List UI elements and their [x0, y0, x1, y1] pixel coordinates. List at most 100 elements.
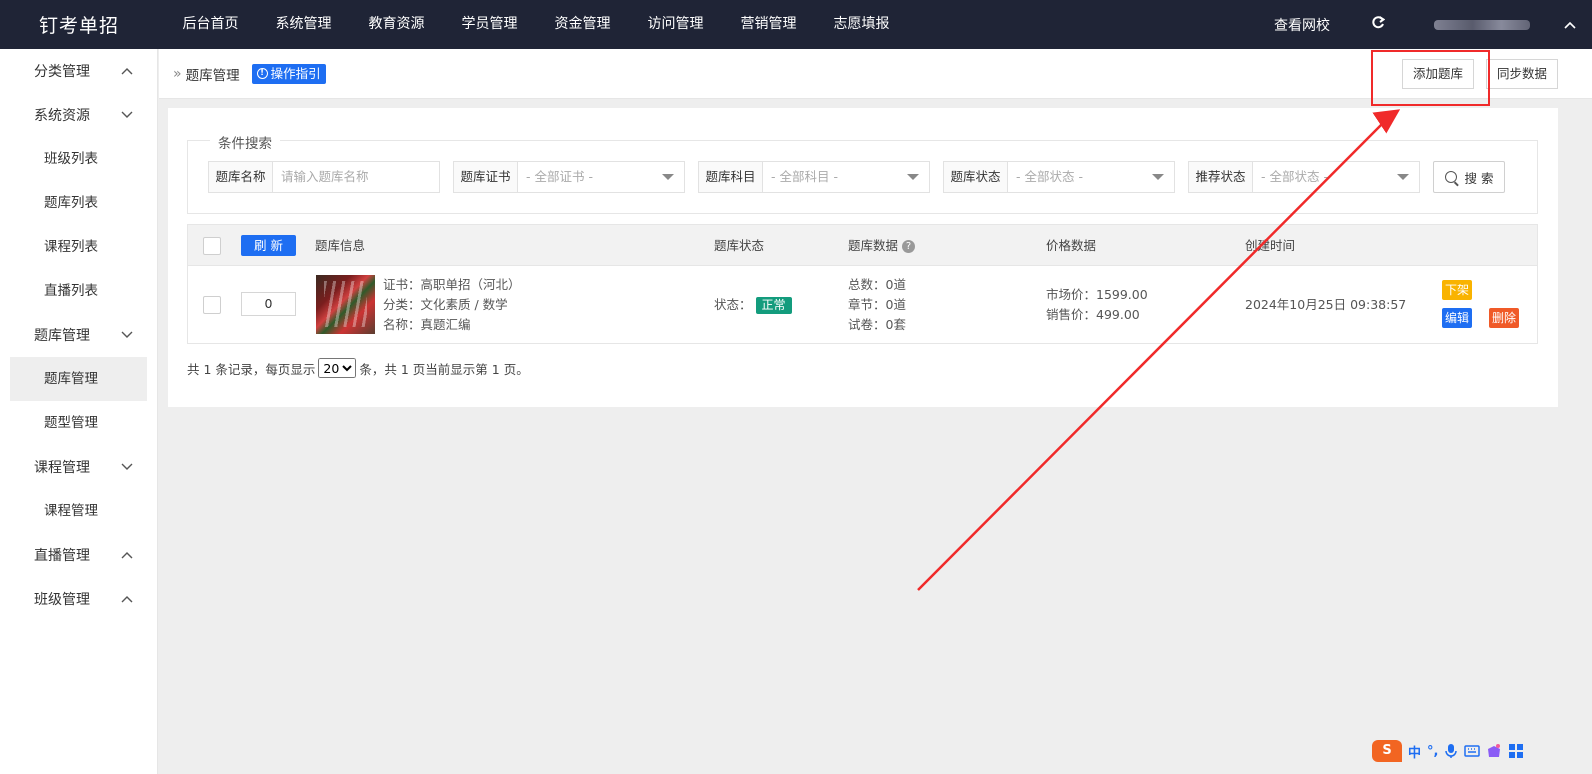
sidebar-group-label: 题库管理 [34, 328, 90, 344]
sale-price: 销售价：499.00 [1046, 307, 1140, 322]
sidebar-item-bank-list[interactable]: 题库列表 [10, 181, 147, 225]
select-value: - 全部证书 - [526, 169, 593, 184]
double-chevron-right-icon: » [173, 65, 182, 82]
bank-info: 证书：高职单招（河北） 分类：文化素质 / 数学 名称：真题汇编 [383, 275, 521, 335]
brand-logo[interactable]: 钉考单招 [0, 0, 158, 49]
top-nav: 后台首页 系统管理 教育资源 学员管理 资金管理 访问管理 营销管理 志愿填报 [158, 0, 908, 49]
bank-table: 刷 新 题库信息 题库状态 题库数据? 价格数据 创建时间 0 证书：高职单招（… [187, 224, 1538, 344]
nav-item-education[interactable]: 教育资源 [350, 0, 443, 49]
status-prefix: 状态： [714, 297, 752, 312]
status-filter: 题库状态 - 全部状态 - [943, 161, 1175, 193]
page-title: 题库管理 [185, 67, 240, 84]
row-checkbox[interactable] [203, 296, 221, 314]
sidebar-group-course-management[interactable]: 课程管理 [0, 445, 157, 489]
avatar [1434, 19, 1530, 30]
refresh-icon[interactable] [1358, 15, 1398, 34]
price-data: 市场价：1599.00 销售价：499.00 [1046, 285, 1148, 325]
search-button[interactable]: 搜 索 [1433, 161, 1505, 193]
chapter-count: 章节：0道 [848, 297, 906, 312]
nav-item-funds[interactable]: 资金管理 [536, 0, 629, 49]
bank-name: 名称：真题汇编 [383, 317, 471, 332]
info-icon: ! [256, 68, 268, 79]
pager-prefix: 共 1 条记录，每页显示 [187, 361, 316, 377]
keyboard-icon[interactable] [1464, 744, 1481, 758]
nav-item-system[interactable]: 系统管理 [257, 0, 350, 49]
column-header: 题库信息 [315, 238, 366, 253]
bank-cert: 证书：高职单招（河北） [383, 277, 521, 292]
sync-data-button[interactable]: 同步数据 [1486, 59, 1559, 89]
help-icon[interactable]: ? [902, 240, 916, 253]
filter-label: 推荐状态 [1189, 162, 1253, 192]
grid-icon[interactable] [1508, 743, 1524, 759]
chevron-up-icon [121, 68, 133, 75]
sogou-logo-icon[interactable]: S [1372, 740, 1402, 762]
status-select[interactable]: - 全部状态 - [1008, 162, 1174, 192]
skin-icon[interactable] [1486, 743, 1502, 759]
sidebar-group-label: 直播管理 [34, 548, 90, 564]
chevron-down-icon [121, 331, 133, 338]
sidebar-group-system-resources[interactable]: 系统资源 [0, 93, 157, 137]
sidebar-group-live-management[interactable]: 直播管理 [0, 533, 157, 577]
sidebar-group-label: 分类管理 [34, 64, 90, 80]
column-header: 价格数据 [1046, 238, 1097, 253]
chevron-down-icon [121, 111, 133, 118]
dropdown-triangle-icon [1152, 174, 1164, 180]
status-badge: 正常 [755, 297, 792, 314]
ime-toolbar: S 中 °, [1372, 740, 1524, 762]
sidebar-item-live-list[interactable]: 直播列表 [10, 269, 147, 313]
filter-label: 题库证书 [454, 162, 518, 192]
dropdown-triangle-icon [1397, 174, 1409, 180]
search-filter: 条件搜索 题库名称 请输入题库名称 题库证书 - 全部证书 - 题库科目 - 全… [187, 132, 1538, 214]
ime-punctuation[interactable]: °, [1427, 744, 1438, 759]
nav-item-volunteer[interactable]: 志愿填报 [815, 0, 908, 49]
sidebar-group-category[interactable]: 分类管理 [0, 49, 157, 93]
edit-button[interactable]: 编辑 [1442, 308, 1473, 328]
question-total: 总数：0道 [848, 277, 906, 292]
guide-label: 操作指引 [270, 65, 321, 81]
sort-order-input[interactable]: 0 [241, 292, 296, 316]
sidebar-item-question-types[interactable]: 题型管理 [10, 401, 147, 445]
bank-data: 总数：0道 章节：0道 试卷：0套 [848, 275, 906, 335]
chevron-up-icon[interactable] [1548, 17, 1592, 33]
nav-item-home[interactable]: 后台首页 [164, 0, 257, 49]
nav-item-students[interactable]: 学员管理 [443, 0, 536, 49]
nav-item-marketing[interactable]: 营销管理 [722, 0, 815, 49]
sidebar-item-class-list[interactable]: 班级列表 [10, 137, 147, 181]
table-header: 刷 新 题库信息 题库状态 题库数据? 价格数据 创建时间 [188, 225, 1537, 266]
offshelf-button[interactable]: 下架 [1442, 280, 1473, 300]
subject-select[interactable]: - 全部科目 - [763, 162, 929, 192]
top-right-tools: 查看网校 [1246, 0, 1592, 49]
guide-button[interactable]: ! 操作指引 [251, 63, 326, 84]
recommend-select[interactable]: - 全部状态 - [1253, 162, 1419, 192]
top-navigation-bar: 钉考单招 后台首页 系统管理 教育资源 学员管理 资金管理 访问管理 营销管理 … [0, 0, 1592, 49]
sidebar-group-class-management[interactable]: 班级管理 [0, 577, 157, 621]
bank-thumbnail [316, 275, 375, 334]
mic-icon[interactable] [1444, 743, 1458, 759]
refresh-icon-glyph [1372, 16, 1386, 29]
cert-filter: 题库证书 - 全部证书 - [453, 161, 685, 193]
cert-select[interactable]: - 全部证书 - [518, 162, 684, 192]
chevron-up-glyph [1564, 21, 1576, 29]
visit-site-link[interactable]: 查看网校 [1246, 15, 1358, 35]
user-menu[interactable] [1398, 19, 1548, 30]
refresh-button[interactable]: 刷 新 [241, 235, 296, 256]
nav-item-access[interactable]: 访问管理 [629, 0, 722, 49]
filter-label: 题库科目 [699, 162, 763, 192]
bank-name-input[interactable]: 请输入题库名称 [273, 162, 439, 192]
delete-button[interactable]: 删除 [1489, 308, 1520, 328]
sidebar-group-bank-management[interactable]: 题库管理 [0, 313, 157, 357]
filter-label: 题库状态 [944, 162, 1008, 192]
sidebar-group-label: 课程管理 [34, 460, 90, 476]
recommend-filter: 推荐状态 - 全部状态 - [1188, 161, 1420, 193]
page-size-select[interactable]: 20 [318, 358, 357, 378]
pagination: 共 1 条记录，每页显示 20 条，共 1 页当前显示第 1 页。 [187, 358, 529, 378]
sidebar-item-course-list[interactable]: 课程列表 [10, 225, 147, 269]
search-icon [1444, 171, 1457, 183]
bank-status: 状态： 正常 [714, 295, 792, 315]
select-all-checkbox[interactable] [203, 237, 221, 255]
market-price: 市场价：1599.00 [1046, 287, 1148, 302]
sidebar-item-bank-management[interactable]: 题库管理 [10, 357, 147, 401]
sidebar-item-course-management[interactable]: 课程管理 [10, 489, 147, 533]
ime-mode[interactable]: 中 [1408, 742, 1421, 761]
bank-category: 分类：文化素质 / 数学 [383, 297, 508, 312]
